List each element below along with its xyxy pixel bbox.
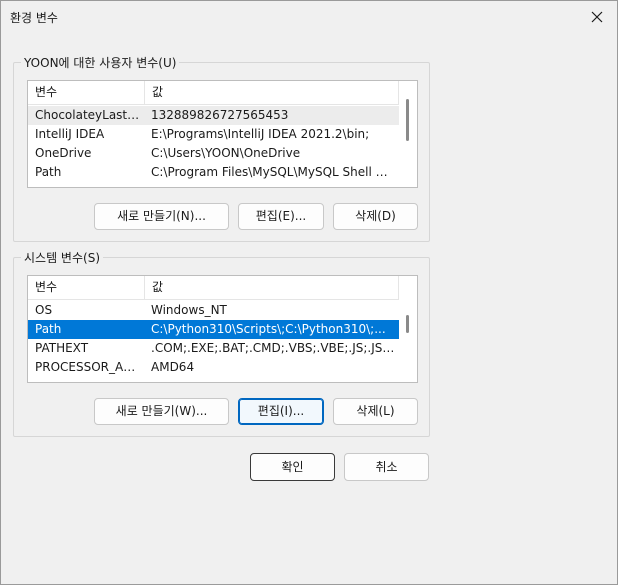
vertical-scrollbar[interactable]	[399, 81, 417, 187]
scrollbar-thumb[interactable]	[406, 99, 409, 141]
list-rows: OS Windows_NT Path C:\Python310\Scripts\…	[28, 301, 399, 377]
vertical-scrollbar[interactable]	[399, 276, 417, 382]
variable-value: AMD64	[151, 360, 195, 374]
variable-name: OneDrive	[35, 146, 92, 160]
column-header-variable[interactable]: 변수	[28, 276, 145, 300]
variable-name: Path	[35, 165, 62, 179]
user-delete-button[interactable]: 삭제(D)	[333, 203, 418, 230]
user-new-button[interactable]: 새로 만들기(N)...	[94, 203, 229, 230]
list-item[interactable]: Path C:\Program Files\MySQL\MySQL Shell …	[28, 163, 399, 182]
environment-variables-dialog: 환경 변수 YOON에 대한 사용자 변수(U) 변수 값 Chocolatey…	[0, 0, 618, 585]
cancel-button[interactable]: 취소	[344, 453, 429, 481]
variable-value: 132889826727565453	[151, 108, 289, 122]
list-header: 변수 값	[28, 276, 417, 300]
user-variables-label: YOON에 대한 사용자 변수(U)	[21, 54, 180, 71]
close-icon	[591, 11, 603, 23]
system-new-button[interactable]: 새로 만들기(W)...	[94, 398, 229, 425]
list-item-selected[interactable]: Path C:\Python310\Scripts\;C:\Python310\…	[28, 320, 399, 339]
user-edit-button[interactable]: 편집(E)...	[238, 203, 324, 230]
variable-name: OS	[35, 303, 53, 317]
variable-name: Path	[35, 322, 62, 336]
variable-name: IntelliJ IDEA	[35, 127, 105, 141]
variable-value: .COM;.EXE;.BAT;.CMD;.VBS;.VBE;.JS;.JSE;.…	[151, 341, 395, 355]
list-item[interactable]: OneDrive C:\Users\YOON\OneDrive	[28, 144, 399, 163]
ok-button[interactable]: 확인	[250, 453, 335, 481]
close-button[interactable]	[577, 1, 617, 33]
variable-value: Windows_NT	[151, 303, 227, 317]
user-variables-group: YOON에 대한 사용자 변수(U) 변수 값 ChocolateyLastPa…	[13, 54, 430, 242]
list-item[interactable]: PROCESSOR_ARC... AMD64	[28, 358, 399, 377]
variable-value: C:\Python310\Scripts\;C:\Python310\;...	[151, 322, 386, 336]
system-variables-list[interactable]: 변수 값 OS Windows_NT Path C:\Python310\Scr…	[27, 275, 418, 383]
variable-value: C:\Program Files\MySQL\MySQL Shell 8....	[151, 165, 395, 179]
scrollbar-thumb[interactable]	[406, 315, 409, 333]
list-header: 변수 값	[28, 81, 417, 105]
variable-value: C:\Users\YOON\OneDrive	[151, 146, 301, 160]
variable-name: PROCESSOR_ARC...	[35, 360, 141, 374]
dialog-title: 환경 변수	[10, 11, 58, 25]
system-variables-group: 시스템 변수(S) 변수 값 OS Windows_NT Path C:\Pyt…	[13, 249, 430, 437]
column-header-value[interactable]: 값	[145, 276, 399, 300]
variable-value: E:\Programs\IntelliJ IDEA 2021.2\bin;	[151, 127, 370, 141]
variable-name: PATHEXT	[35, 341, 89, 355]
system-edit-button[interactable]: 편집(I)...	[238, 398, 324, 425]
column-header-variable[interactable]: 변수	[28, 81, 145, 105]
list-rows: ChocolateyLastPat... 132889826727565453 …	[28, 106, 399, 182]
title-bar: 환경 변수	[1, 1, 617, 33]
list-item[interactable]: PATHEXT .COM;.EXE;.BAT;.CMD;.VBS;.VBE;.J…	[28, 339, 399, 358]
system-variables-label: 시스템 변수(S)	[21, 249, 103, 266]
list-item[interactable]: IntelliJ IDEA E:\Programs\IntelliJ IDEA …	[28, 125, 399, 144]
system-delete-button[interactable]: 삭제(L)	[333, 398, 418, 425]
variable-name: ChocolateyLastPat...	[35, 108, 141, 122]
list-item[interactable]: ChocolateyLastPat... 132889826727565453	[28, 106, 399, 125]
list-item[interactable]: OS Windows_NT	[28, 301, 399, 320]
column-header-value[interactable]: 값	[145, 81, 399, 105]
user-variables-list[interactable]: 변수 값 ChocolateyLastPat... 13288982672756…	[27, 80, 418, 188]
